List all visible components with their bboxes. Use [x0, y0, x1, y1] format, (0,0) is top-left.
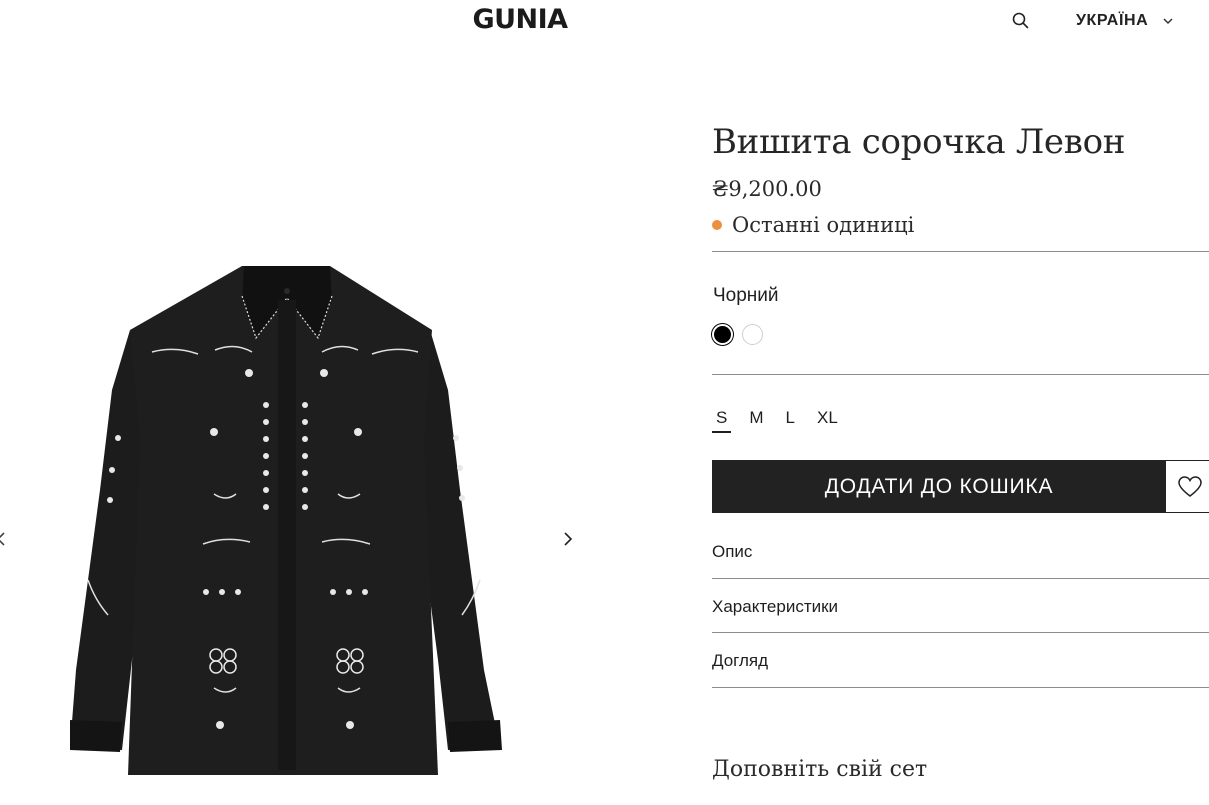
divider: [712, 374, 1209, 375]
size-selector: S M L XL: [712, 408, 856, 433]
search-button[interactable]: [1011, 11, 1031, 31]
selected-color-label: Чорний: [713, 285, 779, 306]
divider: [712, 687, 1209, 688]
brand-logo[interactable]: GUNIA: [0, 4, 1040, 35]
stock-indicator-dot: [712, 220, 722, 230]
color-swatch-white[interactable]: [742, 324, 763, 345]
size-option-s[interactable]: S: [712, 408, 732, 433]
product-title: Вишита сорочка Левон: [712, 122, 1126, 162]
stock-status-label: Останні одиниці: [732, 213, 915, 237]
heart-icon: [1178, 475, 1202, 497]
gallery-next-button[interactable]: [560, 531, 576, 547]
divider: [712, 251, 1209, 252]
accordion-care[interactable]: Догляд: [712, 651, 1209, 671]
complete-set-heading: Доповніть свій сет: [712, 757, 928, 782]
size-option-l[interactable]: L: [782, 408, 799, 433]
chevron-down-icon: [1163, 18, 1173, 25]
product-gallery: [0, 60, 600, 805]
add-to-cart-button[interactable]: ДОДАТИ ДО КОШИКА: [712, 460, 1166, 513]
divider: [712, 578, 1209, 579]
stock-status: Останні одиниці: [712, 213, 914, 237]
region-label: УКРАЇНА: [1076, 12, 1149, 29]
gallery-prev-button[interactable]: [0, 531, 10, 547]
accordion-description[interactable]: Опис: [712, 542, 1209, 562]
size-option-m[interactable]: M: [745, 408, 767, 433]
product-image[interactable]: [0, 60, 600, 805]
wishlist-button[interactable]: [1166, 460, 1209, 513]
size-option-xl[interactable]: XL: [813, 408, 842, 433]
divider: [712, 632, 1209, 633]
chevron-right-icon: [564, 532, 573, 546]
color-swatch-black[interactable]: [712, 324, 733, 345]
accordion-characteristics[interactable]: Характеристики: [712, 597, 1209, 617]
chevron-left-icon: [0, 532, 5, 546]
product-price: ₴9,200.00: [712, 177, 822, 201]
region-selector[interactable]: УКРАЇНА: [1076, 11, 1174, 31]
search-icon: [1012, 12, 1029, 29]
